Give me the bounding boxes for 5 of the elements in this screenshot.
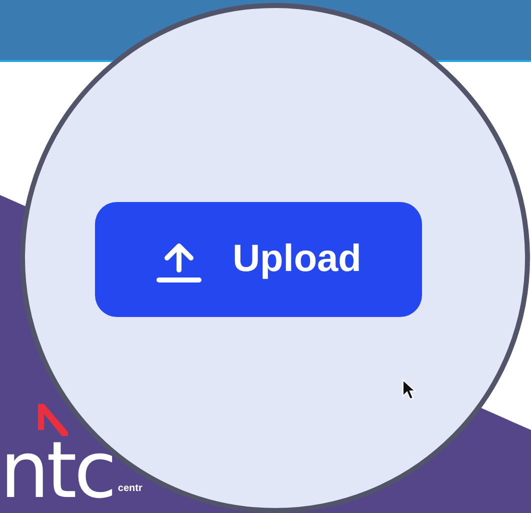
logo-wordmark: ntc [0,436,114,506]
chevron-icon [38,404,68,436]
cursor-icon [402,379,418,401]
logo-tagline: centr [118,482,142,496]
upload-button[interactable]: Upload [94,202,422,317]
